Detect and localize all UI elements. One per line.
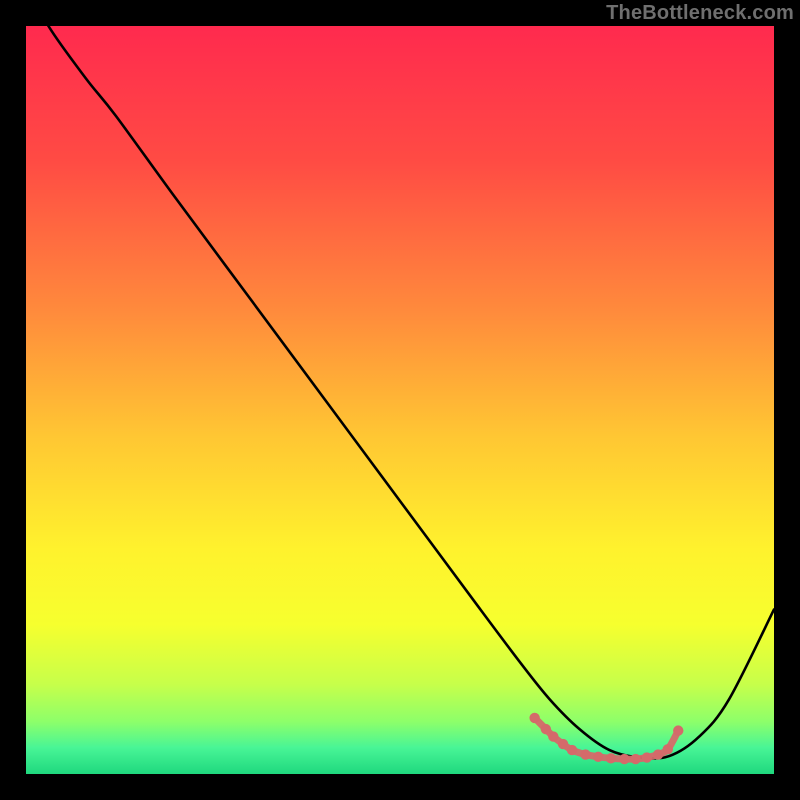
optimal-point [593, 752, 603, 762]
optimal-range-dots [529, 713, 683, 765]
chart-frame: TheBottleneck.com [0, 0, 800, 800]
curve-layer [26, 26, 774, 774]
optimal-point [548, 731, 558, 741]
optimal-point [663, 744, 673, 754]
bottleneck-curve [26, 26, 774, 758]
optimal-point [673, 725, 683, 735]
optimal-point [630, 754, 640, 764]
optimal-point [558, 739, 568, 749]
optimal-point [541, 724, 551, 734]
optimal-point [653, 749, 663, 759]
optimal-point [529, 713, 539, 723]
plot-area [26, 26, 774, 774]
optimal-point [580, 749, 590, 759]
optimal-point [642, 752, 652, 762]
optimal-point [619, 754, 629, 764]
optimal-point [606, 753, 616, 763]
optimal-point [567, 745, 577, 755]
attribution-text: TheBottleneck.com [606, 2, 794, 25]
